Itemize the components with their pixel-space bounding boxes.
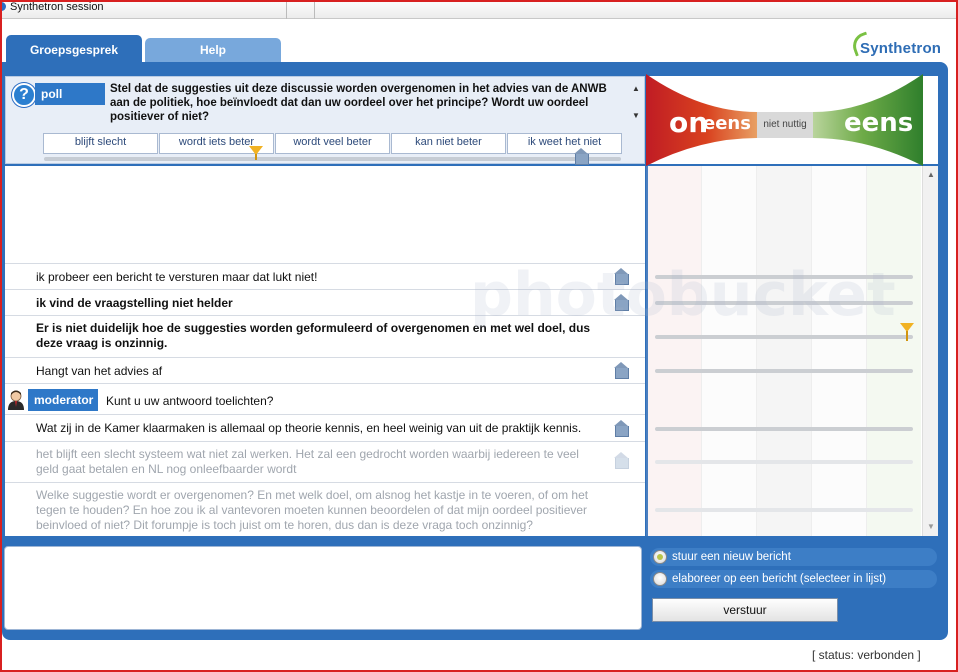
radio-label: elaboreer op een bericht (selecteer in l… <box>672 573 887 585</box>
message-row[interactable]: Hangt van het advies af <box>5 357 645 383</box>
window-title: Synthetron session <box>10 1 104 13</box>
message-text: ik vind de vraagstelling niet helder <box>36 296 233 310</box>
message-row[interactable]: Er is niet duidelijk hoe de suggesties w… <box>5 315 645 357</box>
message-text: Er is niet duidelijk hoe de suggesties w… <box>36 321 591 350</box>
rating-track[interactable] <box>655 301 913 305</box>
tab-help[interactable]: Help <box>145 38 281 63</box>
message-text: het blijft een slecht systeem wat niet z… <box>36 447 579 476</box>
message-row[interactable]: Wat zij in de Kamer klaarmaken is allema… <box>5 414 645 441</box>
poll-option[interactable]: kan niet beter <box>391 133 506 154</box>
app-icon <box>0 2 6 11</box>
message-text: ik probeer een bericht te versturen maar… <box>36 270 318 284</box>
poll-option[interactable]: wordt veel beter <box>275 133 390 154</box>
grid-column <box>866 166 921 536</box>
message-row[interactable]: ik vind de vraagstelling niet helder <box>5 289 645 315</box>
message-row[interactable]: het blijft een slecht systeem wat niet z… <box>5 441 645 482</box>
slider-handle-icon[interactable] <box>574 148 589 165</box>
poll-label: poll <box>35 83 105 105</box>
moderator-label: moderator <box>28 389 98 411</box>
vote-handle-icon[interactable] <box>614 420 629 437</box>
rating-track[interactable] <box>655 369 913 373</box>
poll-slider-track[interactable] <box>44 157 621 161</box>
vote-handle-icon[interactable] <box>614 268 629 285</box>
connection-status: [ status: verbonden ] <box>812 648 921 662</box>
vote-handle-icon[interactable] <box>614 362 629 379</box>
grid-column <box>646 166 701 536</box>
grid-column <box>756 166 811 536</box>
grid-column <box>701 166 756 536</box>
moderator-row <box>5 383 645 414</box>
rating-grid <box>646 166 922 536</box>
message-text: Hangt van het advies af <box>36 364 163 378</box>
tab-groepsgesprek[interactable]: Groepsgesprek <box>6 35 142 63</box>
radio-label: stuur een nieuw bericht <box>672 551 791 563</box>
radio-elaborate[interactable]: elaboreer op een bericht (selecteer in l… <box>650 570 937 588</box>
grid-column <box>811 166 866 536</box>
send-button[interactable]: verstuur <box>652 598 838 622</box>
rating-track[interactable] <box>655 460 913 464</box>
radio-new-message[interactable]: stuur een nieuw bericht <box>650 548 937 566</box>
moderator-avatar-icon <box>8 390 24 410</box>
rating-track[interactable] <box>655 335 913 339</box>
scroll-up-icon[interactable]: ▲ <box>927 170 935 179</box>
vote-handle-icon[interactable] <box>614 452 629 469</box>
window-tab[interactable]: Synthetron session <box>0 0 287 19</box>
poll-scroll-up-icon[interactable]: ▲ <box>632 84 640 93</box>
message-text: Wat zij in de Kamer klaarmaken is allema… <box>36 421 582 435</box>
message-row[interactable]: ik probeer een bericht te versturen maar… <box>5 263 645 289</box>
poll-question: Stel dat de suggesties uit deze discussi… <box>110 83 607 123</box>
message-input[interactable] <box>4 546 642 630</box>
message-text: Welke suggestie wordt er overgenomen? En… <box>36 488 589 532</box>
message-row[interactable]: Welke suggestie wordt er overgenomen? En… <box>5 482 645 536</box>
rating-track[interactable] <box>655 427 913 431</box>
scroll-down-icon[interactable]: ▼ <box>927 522 935 531</box>
rating-track[interactable] <box>655 275 913 279</box>
poll-option[interactable]: blijft slecht <box>43 133 158 154</box>
funnel-marker-stem <box>906 331 908 341</box>
rating-track[interactable] <box>655 508 913 512</box>
window-titlebar: Synthetron session <box>0 0 958 19</box>
radio-icon[interactable] <box>653 572 667 586</box>
scale-label-eens-left: eens <box>703 113 751 134</box>
moderator-message: Kunt u uw antwoord toelichten? <box>106 394 274 408</box>
synthetron-logo: Synthetron <box>860 40 942 57</box>
funnel-marker-stem <box>255 154 257 160</box>
vote-handle-icon[interactable] <box>614 294 629 311</box>
scale-label-eens-right: eens <box>844 108 914 138</box>
window-tab-blank[interactable] <box>287 0 315 19</box>
scale-label-middle: niet nuttig <box>757 112 813 138</box>
message-scrollbar[interactable]: ▲ ▼ <box>922 166 938 536</box>
poll-option[interactable]: ik weet het niet <box>507 133 622 154</box>
poll-scroll-down-icon[interactable]: ▼ <box>632 111 640 120</box>
question-icon: ? <box>12 83 36 107</box>
radio-icon[interactable] <box>653 550 667 564</box>
